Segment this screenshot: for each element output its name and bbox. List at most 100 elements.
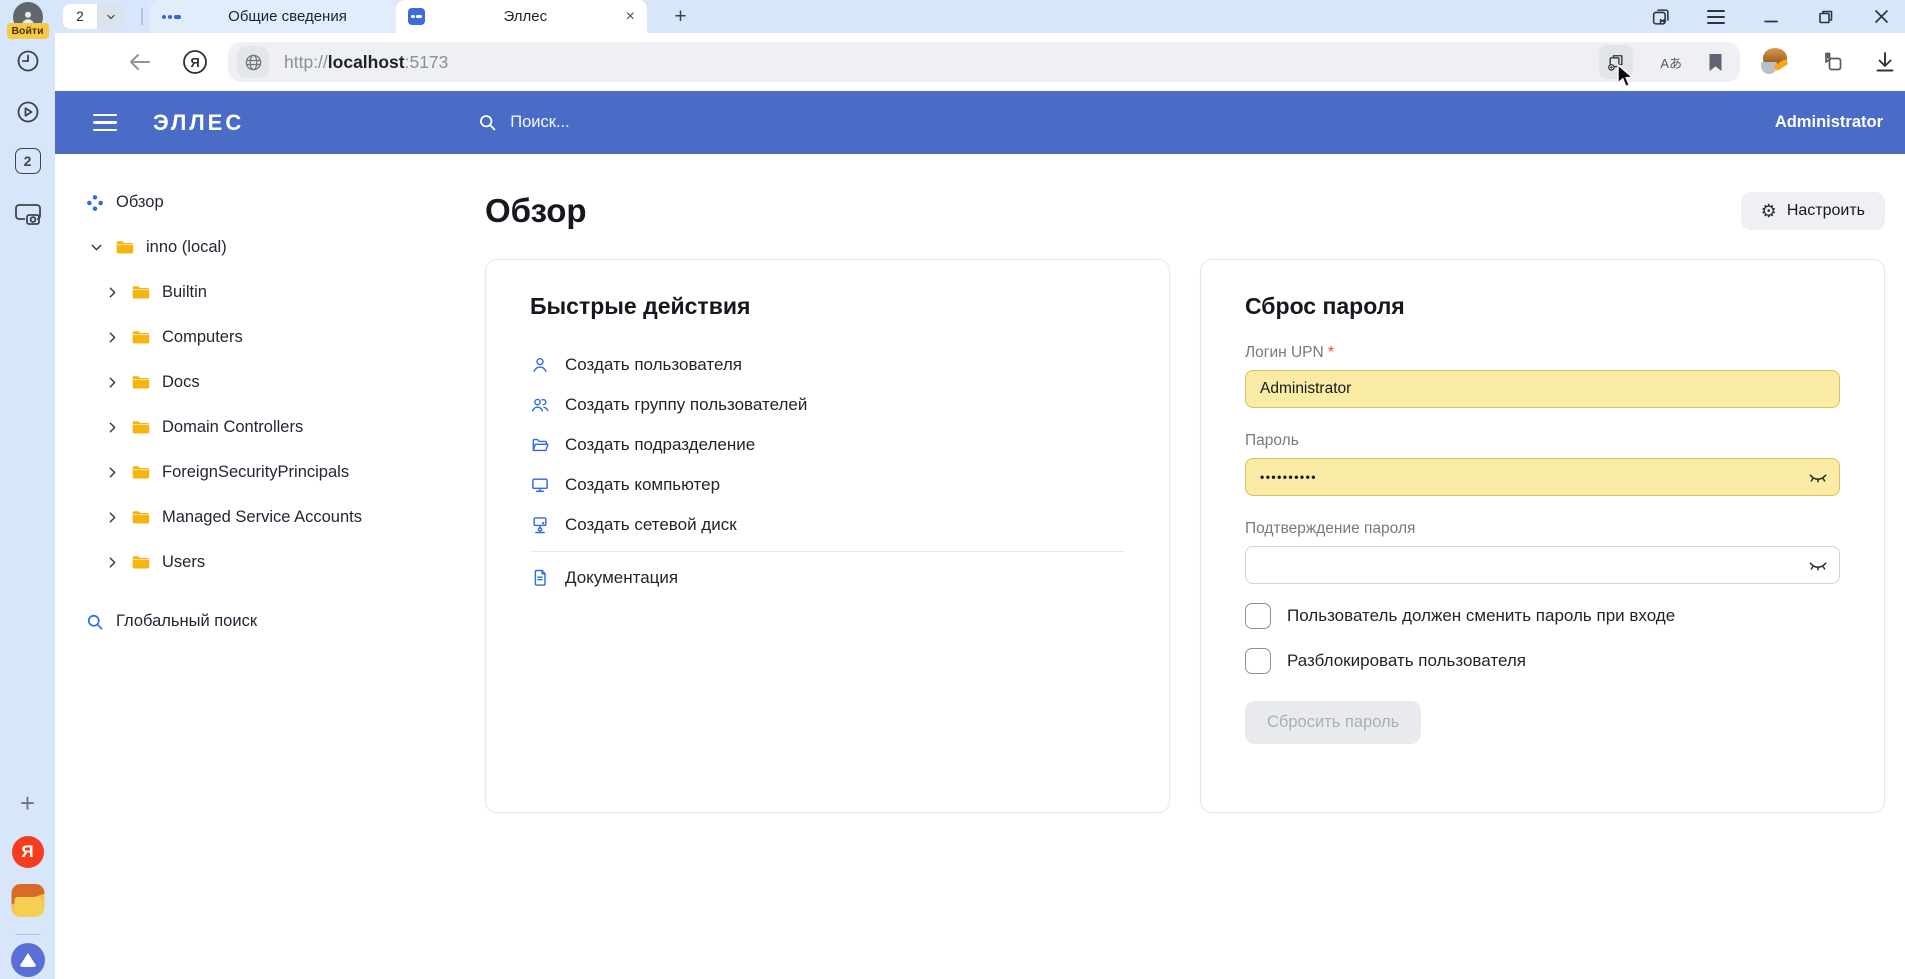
tree-item-computers[interactable]: Computers [55,315,455,360]
chevron-right-icon[interactable] [104,554,121,571]
configure-button[interactable]: ⚙ Настроить [1741,192,1885,230]
elles-favicon [408,8,425,25]
bookmarks-panel-icon[interactable] [1649,5,1673,29]
tab-general-info[interactable]: Общие сведения [150,0,396,33]
address-bar[interactable]: http://localhost:5173 Aあ [228,42,1740,82]
tab-elles-active[interactable]: Эллес × [396,0,647,33]
browser-window: Войти 2 + Я 2 [0,0,1905,979]
site-globe-icon[interactable] [237,46,269,78]
tabs-panel-icon[interactable]: 2 [15,148,41,174]
history-icon[interactable] [14,47,42,75]
tree-item-label: Computers [162,328,243,347]
overview-dots-icon [85,193,105,213]
close-window-icon[interactable] [1869,5,1893,29]
tree-item-domain-controllers[interactable]: Domain Controllers [55,405,455,450]
action-label: Создать группу пользователей [565,395,807,415]
yandex-app-icon[interactable]: Я [12,836,44,868]
action-create-network-drive[interactable]: Создать сетевой диск [530,505,1125,545]
card-title: Быстрые действия [530,293,1125,320]
tab-counter[interactable]: 2 [63,4,125,29]
tab-strip: 2 Общие сведения Эллес × + [55,0,1905,33]
required-asterisk: * [1328,344,1334,361]
header-search[interactable]: Поиск... [477,112,569,133]
action-label: Создать пользователя [565,355,742,375]
alice-logo [19,953,37,967]
action-create-user-group[interactable]: Создать группу пользователей [530,385,1125,425]
card-title: Сброс пароля [1245,293,1840,320]
downloads-icon[interactable] [1874,50,1896,74]
browser-side-strip: Войти 2 + Я [0,0,55,979]
chevron-right-icon[interactable] [104,374,121,391]
quick-actions-card: Быстрые действия Создать пользователя Со… [485,259,1170,813]
tab-count: 2 [63,4,97,29]
action-documentation[interactable]: Документация [530,558,1125,598]
browser-mascot-icon[interactable] [1761,48,1789,76]
restore-window-icon[interactable] [1814,5,1838,29]
chevron-right-icon[interactable] [104,284,121,301]
tree-item-managed-service-accounts[interactable]: Managed Service Accounts [55,495,455,540]
sidebar-item-overview[interactable]: Обзор [55,180,455,225]
password-input[interactable] [1245,458,1840,496]
extensions-icon[interactable] [1818,50,1844,74]
must-change-password-row: Пользователь должен сменить пароль при в… [1245,603,1840,629]
folder-icon [130,327,151,348]
sidebar-item-global-search[interactable]: Глобальный поиск [55,599,455,644]
confirm-password-input[interactable] [1245,546,1840,584]
reset-password-button[interactable]: Сбросить пароль [1245,701,1421,744]
checkbox-label: Пользователь должен сменить пароль при в… [1287,606,1675,626]
tree-item-builtin[interactable]: Builtin [55,270,455,315]
sidebar-item-label: Глобальный поиск [116,612,257,631]
bookmark-icon[interactable] [1707,42,1724,82]
action-create-org-unit[interactable]: Создать подразделение [530,425,1125,465]
chevron-right-icon[interactable] [104,419,121,436]
close-tab-icon[interactable]: × [626,9,635,25]
must-change-password-checkbox[interactable] [1245,603,1271,629]
eye-closed-icon[interactable] [1807,468,1829,486]
chevron-right-icon[interactable] [104,329,121,346]
divider [141,8,143,25]
signin-badge[interactable]: Войти [6,23,48,39]
chevron-right-icon[interactable] [104,464,121,481]
unlock-user-checkbox[interactable] [1245,648,1271,674]
tree-item-users[interactable]: Users [55,540,455,585]
add-panel-icon[interactable]: + [20,788,35,819]
folder-icon [130,282,151,303]
search-placeholder: Поиск... [510,113,569,132]
tree-item-label: inno (local) [146,238,227,257]
screenshot-icon[interactable] [13,199,43,227]
action-create-computer[interactable]: Создать компьютер [530,465,1125,505]
url-text[interactable]: http://localhost:5173 [284,42,448,82]
tree-item-label: Managed Service Accounts [162,508,362,527]
alice-assistant-icon[interactable] [11,943,45,977]
action-create-user[interactable]: Создать пользователя [530,345,1125,385]
new-tab-button[interactable]: + [667,3,694,30]
translate-icon[interactable]: Aあ [1660,42,1682,82]
tree-item-docs[interactable]: Docs [55,360,455,405]
chevron-right-icon[interactable] [104,509,121,526]
back-icon[interactable] [127,51,153,73]
mail-app-icon[interactable] [11,884,44,917]
network-drive-icon [530,515,550,535]
user-group-icon [530,395,550,415]
chevron-down-icon[interactable] [97,4,125,29]
browser-menu-icon[interactable] [1704,5,1728,29]
play-media-icon[interactable] [14,98,42,126]
minimize-window-icon[interactable] [1759,5,1783,29]
action-label: Создать подразделение [565,435,755,455]
eye-closed-icon[interactable] [1807,556,1829,574]
tree-item-inno[interactable]: inno (local) [55,225,455,270]
menu-icon[interactable] [93,114,117,132]
action-label: Создать сетевой диск [565,515,737,535]
chevron-down-icon[interactable] [88,239,105,256]
url-port: :5173 [405,52,449,73]
document-icon [530,568,550,588]
elles-favicon [162,15,181,19]
main-content: Обзор ⚙ Настроить Быстрые действия Созда [455,154,1905,979]
yandex-services-icon[interactable]: Я [181,48,209,76]
tree-item-foreign-security-principals[interactable]: ForeignSecurityPrincipals [55,450,455,495]
login-upn-input[interactable] [1245,370,1840,408]
folder-icon [130,552,151,573]
current-user[interactable]: Administrator [1775,113,1883,132]
tree-item-label: Docs [162,373,200,392]
monitor-icon [530,475,550,495]
